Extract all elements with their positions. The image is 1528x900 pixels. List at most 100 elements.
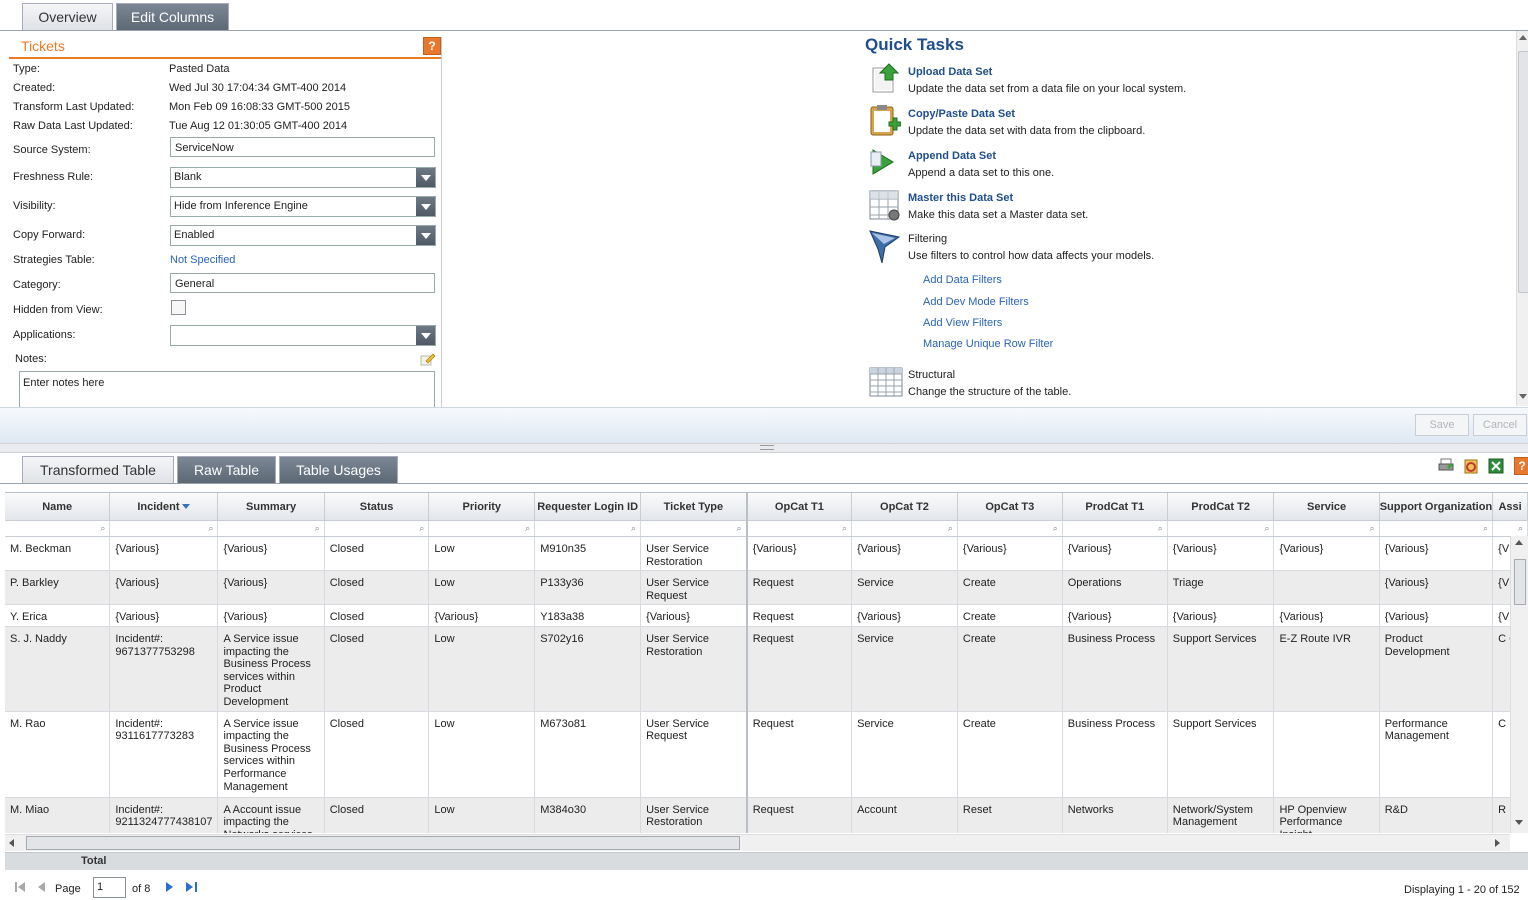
column-filter-cell[interactable]: ⌕ <box>109 520 219 537</box>
column-filter-cell[interactable]: ⌕ <box>1492 520 1528 537</box>
search-icon[interactable]: ⌕ <box>631 523 636 533</box>
chevron-down-icon[interactable] <box>416 168 435 187</box>
search-icon[interactable]: ⌕ <box>1518 523 1523 533</box>
column-filter-cell[interactable]: ⌕ <box>1167 520 1275 537</box>
sort-desc-icon[interactable] <box>182 504 191 510</box>
source-system-input[interactable]: ServiceNow <box>170 137 435 157</box>
column-header[interactable]: Assi <box>1492 493 1528 521</box>
freshness-rule-select[interactable]: Blank <box>170 167 436 188</box>
search-icon[interactable]: ⌕ <box>948 523 953 533</box>
table-row[interactable]: P. Barkley {Various} {Various} Closed Low P13… <box>5 570 1528 606</box>
edit-notes-icon[interactable] <box>420 352 436 366</box>
refresh-icon[interactable] <box>1463 458 1479 474</box>
column-filter-cell[interactable]: ⌕ <box>428 520 536 537</box>
column-filter-cell[interactable]: ⌕ <box>324 520 430 537</box>
append-icon[interactable] <box>869 146 901 178</box>
column-filter-cell[interactable]: ⌕ <box>217 520 325 537</box>
chevron-down-icon[interactable] <box>416 326 435 345</box>
notes-textarea[interactable]: Enter notes here <box>19 371 435 407</box>
scroll-right-icon[interactable] <box>1495 839 1500 847</box>
table-row[interactable]: M. Miao Incident#: 9211324777438107 A Acco… <box>5 797 1528 833</box>
strategies-table-link[interactable]: Not Specified <box>170 254 235 266</box>
scroll-left-icon[interactable] <box>9 839 14 847</box>
column-header[interactable]: ProdCat T2 <box>1167 493 1275 521</box>
column-filter-cell[interactable]: ⌕ <box>640 520 748 537</box>
column-header[interactable]: Name <box>5 493 111 521</box>
add-dev-mode-filters-link[interactable]: Add Dev Mode Filters <box>923 296 1029 308</box>
search-icon[interactable]: ⌕ <box>100 523 105 533</box>
column-header[interactable]: Priority <box>428 493 536 521</box>
scroll-down-icon[interactable] <box>1519 394 1527 399</box>
prev-page-icon[interactable] <box>37 882 45 892</box>
first-page-icon[interactable] <box>15 882 25 892</box>
column-header[interactable]: Status <box>324 493 430 521</box>
tab-edit-columns[interactable]: Edit Columns <box>116 3 229 31</box>
visibility-select[interactable]: Hide from Inference Engine <box>170 196 436 217</box>
splitter-grip-icon[interactable] <box>760 445 774 450</box>
search-icon[interactable]: ⌕ <box>1483 523 1488 533</box>
manage-unique-row-filter-link[interactable]: Manage Unique Row Filter <box>923 338 1053 350</box>
scroll-up-icon[interactable] <box>1515 540 1523 545</box>
column-header[interactable]: ProdCat T1 <box>1062 493 1168 521</box>
column-filter-cell[interactable]: ⌕ <box>534 520 642 537</box>
column-header[interactable]: Incident <box>109 493 219 521</box>
table-row[interactable]: M. Beckman {Various} {Various} Closed Low M91… <box>5 536 1528 572</box>
page-number-input[interactable]: 1 <box>93 877 126 898</box>
master-data-set-link[interactable]: Master this Data Set <box>908 192 1013 204</box>
copy-forward-select[interactable]: Enabled <box>170 225 436 246</box>
column-filter-cell[interactable]: ⌕ <box>957 520 1063 537</box>
clipboard-icon[interactable] <box>869 104 902 136</box>
splitter[interactable] <box>0 443 1528 453</box>
column-header[interactable]: OpCat T1 <box>746 493 853 521</box>
copy-paste-data-set-link[interactable]: Copy/Paste Data Set <box>908 108 1015 120</box>
chevron-down-icon[interactable] <box>416 197 435 216</box>
chevron-down-icon[interactable] <box>416 226 435 245</box>
column-header[interactable]: Support Organization <box>1379 493 1494 521</box>
column-filter-cell[interactable]: ⌕ <box>1062 520 1168 537</box>
search-icon[interactable]: ⌕ <box>1053 523 1058 533</box>
panel-scrollbar[interactable] <box>1516 31 1528 406</box>
category-input[interactable]: General <box>170 273 435 293</box>
tab-table-usages[interactable]: Table Usages <box>279 456 398 484</box>
search-icon[interactable]: ⌕ <box>737 523 742 533</box>
cancel-button[interactable]: Cancel <box>1473 414 1527 436</box>
help-icon[interactable]: ? <box>1514 457 1528 475</box>
search-icon[interactable]: ⌕ <box>1158 523 1163 533</box>
search-icon[interactable]: ⌕ <box>315 523 320 533</box>
save-button[interactable]: Save <box>1415 414 1469 436</box>
upload-icon[interactable] <box>869 62 901 94</box>
scrollbar-thumb[interactable] <box>26 836 740 850</box>
column-filter-cell[interactable]: ⌕ <box>851 520 958 537</box>
table-row[interactable]: Y. Erica {Various} {Various} Closed {Various… <box>5 604 1528 627</box>
column-filter-cell[interactable]: ⌕ <box>1273 520 1380 537</box>
print-icon[interactable] <box>1438 458 1454 474</box>
grid-horizontal-scrollbar[interactable] <box>5 834 1510 851</box>
scroll-down-icon[interactable] <box>1515 820 1523 825</box>
search-icon[interactable]: ⌕ <box>208 523 213 533</box>
excel-icon[interactable] <box>1488 458 1504 474</box>
search-icon[interactable]: ⌕ <box>1264 523 1269 533</box>
column-filter-cell[interactable]: ⌕ <box>746 520 853 537</box>
next-page-icon[interactable] <box>166 882 174 892</box>
scroll-up-icon[interactable] <box>1519 35 1527 40</box>
column-header[interactable]: OpCat T3 <box>957 493 1063 521</box>
tab-raw-table[interactable]: Raw Table <box>177 456 276 484</box>
column-filter-cell[interactable]: ⌕ <box>1379 520 1494 537</box>
column-header[interactable]: Ticket Type <box>640 493 748 521</box>
grid-vertical-scrollbar[interactable] <box>1510 536 1528 833</box>
column-header[interactable]: Summary <box>217 493 325 521</box>
column-header[interactable]: OpCat T2 <box>851 493 958 521</box>
scrollbar-thumb[interactable] <box>1518 51 1528 293</box>
search-icon[interactable]: ⌕ <box>419 523 424 533</box>
scrollbar-thumb[interactable] <box>1514 559 1526 605</box>
applications-select[interactable] <box>170 325 436 346</box>
tab-transformed-table[interactable]: Transformed Table <box>22 456 174 484</box>
add-view-filters-link[interactable]: Add View Filters <box>923 317 1002 329</box>
append-data-set-link[interactable]: Append Data Set <box>908 150 996 162</box>
add-data-filters-link[interactable]: Add Data Filters <box>923 274 1002 286</box>
master-icon[interactable] <box>869 189 901 221</box>
table-row[interactable]: M. Rao Incident#: 9311617773283 A Service … <box>5 711 1528 798</box>
column-header[interactable]: Requester Login ID <box>534 493 642 521</box>
help-button[interactable]: ? <box>423 37 441 55</box>
column-header[interactable]: Service <box>1273 493 1380 521</box>
